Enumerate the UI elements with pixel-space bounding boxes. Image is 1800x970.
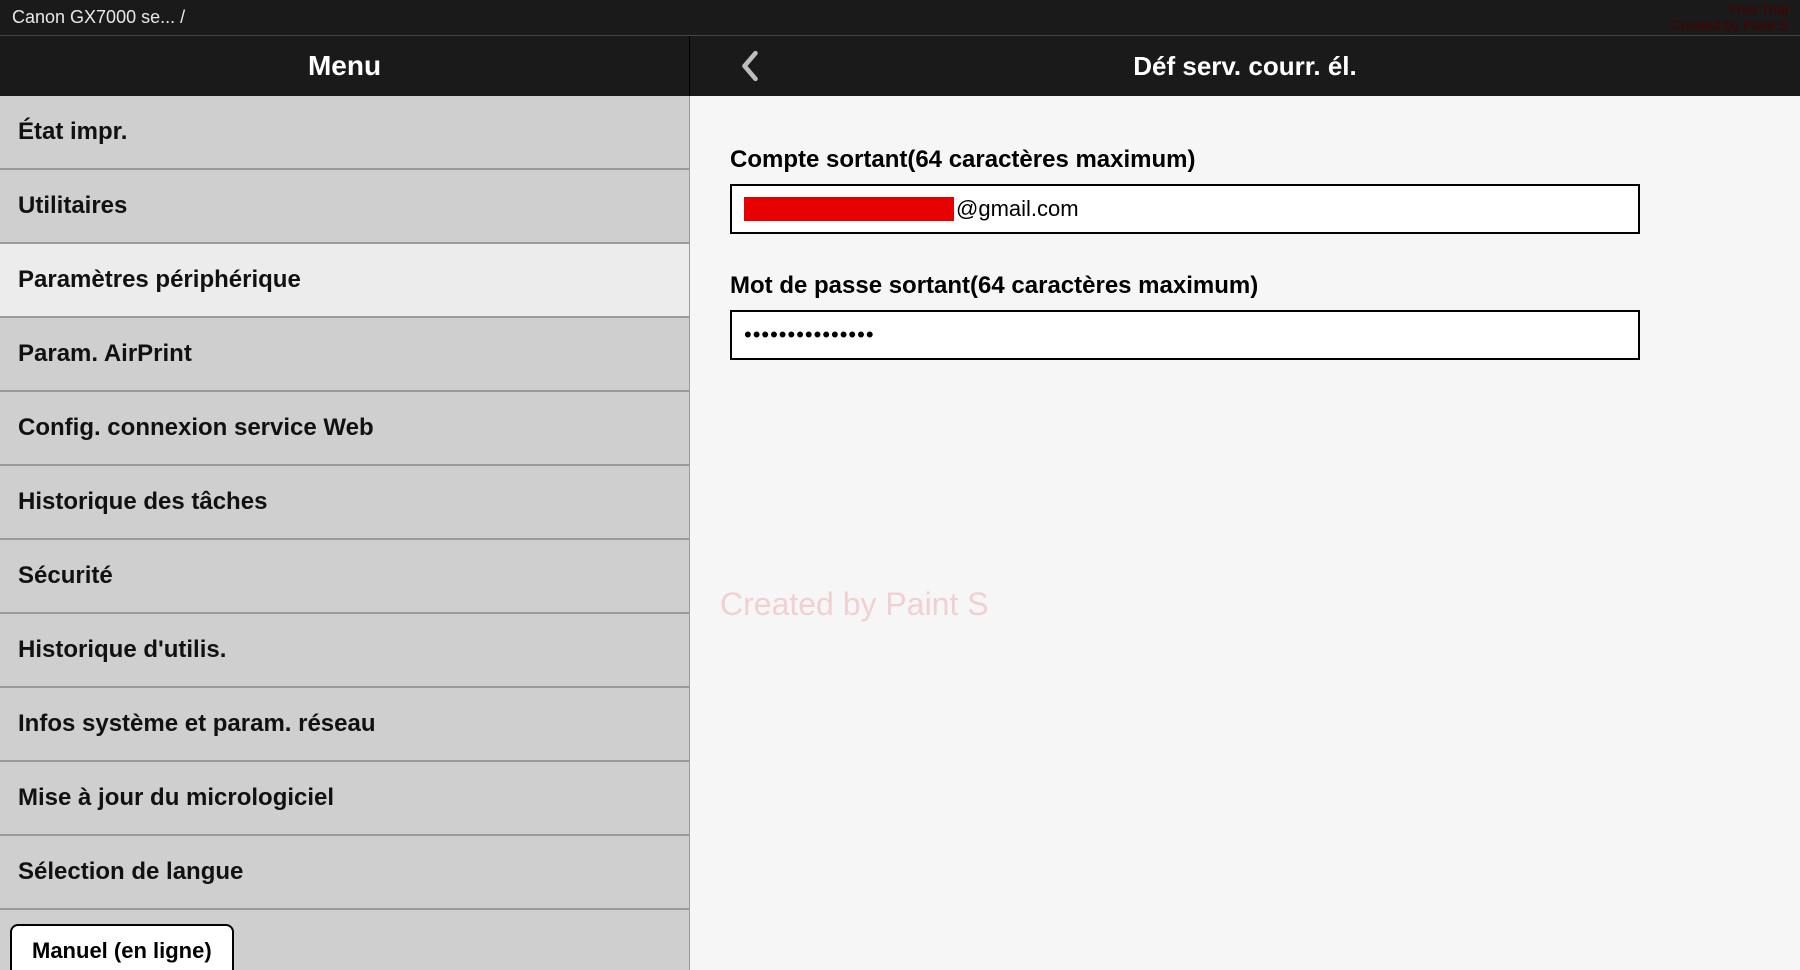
sidebar-item-label: Historique d'utilis.: [18, 636, 226, 663]
outgoing-account-input[interactable]: @gmail.com: [730, 184, 1640, 234]
sidebar-item-firmware-update[interactable]: Mise à jour du micrologiciel: [0, 762, 689, 836]
sidebar-item-system-network[interactable]: Infos système et param. réseau: [0, 688, 689, 762]
watermark-line2: Created by Paint S: [1670, 18, 1788, 33]
sidebar-item-usage-history[interactable]: Historique d'utilis.: [0, 614, 689, 688]
sidebar-item-utilities[interactable]: Utilitaires: [0, 170, 689, 244]
menu-heading: Menu: [0, 36, 690, 96]
sidebar-item-label: Sélection de langue: [18, 858, 243, 885]
content-pane: Compte sortant(64 caractères maximum) @g…: [690, 96, 1800, 970]
sidebar-item-label: État impr.: [18, 118, 127, 145]
sidebar: État impr. Utilitaires Paramètres périphér…: [0, 96, 690, 970]
sidebar-item-airprint[interactable]: Param. AirPrint: [0, 318, 689, 392]
sidebar-item-label: Utilitaires: [18, 192, 127, 219]
outgoing-password-value: •••••••••••••••: [744, 322, 875, 348]
sidebar-item-label: Historique des tâches: [18, 488, 267, 515]
outgoing-account-label: Compte sortant(64 caractères maximum): [730, 146, 1760, 174]
sidebar-item-label: Config. connexion service Web: [18, 414, 374, 441]
outgoing-password-label: Mot de passe sortant(64 caractères maxim…: [730, 272, 1760, 300]
outgoing-account-suffix: @gmail.com: [956, 196, 1079, 222]
manual-online-button[interactable]: Manuel (en ligne): [10, 924, 234, 970]
back-button[interactable]: [690, 36, 810, 96]
breadcrumb: Canon GX7000 se... /: [12, 7, 185, 28]
sidebar-item-security[interactable]: Sécurité: [0, 540, 689, 614]
sidebar-item-label: Paramètres périphérique: [18, 266, 301, 293]
sidebar-item-label: Sécurité: [18, 562, 113, 589]
watermark-center: Created by Paint S: [720, 586, 989, 623]
sidebar-item-language[interactable]: Sélection de langue: [0, 836, 689, 910]
chevron-left-icon: [739, 49, 761, 83]
sidebar-item-label: Mise à jour du micrologiciel: [18, 784, 334, 811]
page-title: Déf serv. courr. él.: [810, 36, 1800, 96]
sidebar-item-label: Infos système et param. réseau: [18, 710, 376, 737]
outgoing-password-input[interactable]: •••••••••••••••: [730, 310, 1640, 360]
sidebar-item-print-status[interactable]: État impr.: [0, 96, 689, 170]
redacted-strip: [744, 197, 954, 221]
sidebar-item-job-history[interactable]: Historique des tâches: [0, 466, 689, 540]
watermark-line1: Free Trial: [1670, 2, 1788, 17]
sidebar-item-label: Param. AirPrint: [18, 340, 192, 367]
watermark-top-right: Free Trial Created by Paint S: [1670, 2, 1788, 33]
sidebar-item-device-settings[interactable]: Paramètres périphérique: [0, 244, 689, 318]
sidebar-item-web-service[interactable]: Config. connexion service Web: [0, 392, 689, 466]
